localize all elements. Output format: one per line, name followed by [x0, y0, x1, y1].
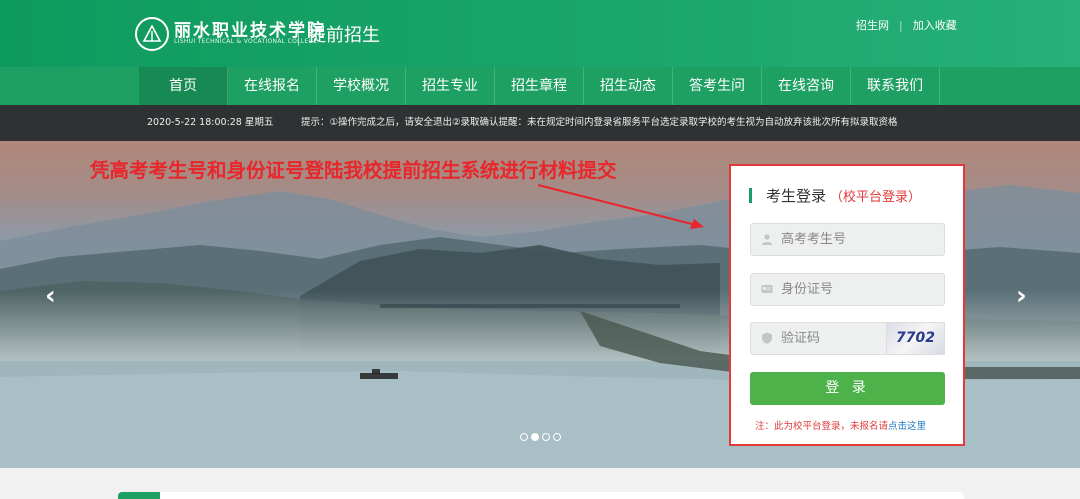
- login-title-text: 考生登录: [766, 187, 827, 205]
- slide-indicator: [520, 433, 561, 441]
- login-note-text: 注：此为校平台登录，未报名请: [755, 421, 889, 432]
- content-card: [118, 492, 964, 499]
- nav-online-consult[interactable]: 在线咨询: [762, 67, 851, 105]
- slide-dot-2[interactable]: [531, 433, 539, 441]
- id-card-icon: [761, 285, 773, 293]
- title-accent-bar: [749, 188, 752, 203]
- slide-dot-3[interactable]: [542, 433, 550, 441]
- slide-dot-4[interactable]: [553, 433, 561, 441]
- annotation-arrow: [0, 141, 460, 271]
- college-name-en: LISHUI TECHNICAL & VOCATIONAL COLLEGE: [174, 38, 318, 45]
- nav-contact[interactable]: 联系我们: [851, 67, 940, 105]
- nav-faq[interactable]: 答考生问: [673, 67, 762, 105]
- login-title: 考生登录 （校平台登录）: [749, 185, 921, 206]
- exam-number-placeholder: 高考考生号: [781, 232, 847, 247]
- notice-tip: 提示：①操作完成之后，请安全退出②录取确认提醒：未在规定时间内登录省服务平台选定…: [301, 117, 898, 128]
- shield-icon: [762, 332, 772, 344]
- nav-online-registration[interactable]: 在线报名: [228, 67, 317, 105]
- site-name: 提前招生: [308, 25, 380, 46]
- link-divider: |: [899, 19, 903, 32]
- nav-admission-news[interactable]: 招生动态: [584, 67, 673, 105]
- user-icon: [762, 234, 772, 245]
- login-note: 注：此为校平台登录，未报名请点击这里: [755, 418, 926, 432]
- admissions-site-link[interactable]: 招生网: [856, 19, 889, 32]
- nav-school-overview[interactable]: 学校概况: [317, 67, 406, 105]
- login-subtitle: （校平台登录）: [830, 190, 922, 205]
- content-card-tab: [118, 492, 160, 499]
- id-card-input[interactable]: 身份证号: [750, 273, 945, 306]
- chevron-right-icon[interactable]: ›: [1016, 281, 1027, 311]
- id-card-placeholder: 身份证号: [781, 282, 834, 297]
- nav-home[interactable]: 首页: [139, 67, 228, 105]
- slide-dot-1[interactable]: [520, 433, 528, 441]
- nav-admission-rules[interactable]: 招生章程: [495, 67, 584, 105]
- exam-number-input[interactable]: 高考考生号: [750, 223, 945, 256]
- logo-divider: [298, 20, 299, 46]
- login-button[interactable]: 登 录: [750, 372, 945, 405]
- logo-emblem-icon[interactable]: [135, 17, 169, 51]
- top-links: 招生网 | 加入收藏: [856, 17, 967, 33]
- current-datetime: 2020-5-22 18:00:28 星期五: [147, 117, 274, 128]
- add-favorite-link[interactable]: 加入收藏: [913, 19, 957, 32]
- site-header: 丽水职业技术学院 LISHUI TECHNICAL & VOCATIONAL C…: [0, 0, 1080, 67]
- captcha-placeholder: 验证码: [781, 331, 821, 346]
- captcha-image[interactable]: 7702: [886, 322, 945, 355]
- register-here-link[interactable]: 点击这里: [888, 421, 926, 432]
- nav-majors[interactable]: 招生专业: [406, 67, 495, 105]
- chevron-left-icon[interactable]: ‹: [45, 281, 56, 311]
- main-nav: 首页 在线报名 学校概况 招生专业 招生章程 招生动态 答考生问 在线咨询 联系…: [0, 67, 1080, 105]
- notice-bar: 2020-5-22 18:00:28 星期五 提示：①操作完成之后，请安全退出②…: [0, 105, 1080, 141]
- captcha-input[interactable]: 验证码: [750, 322, 887, 355]
- login-panel: 考生登录 （校平台登录） 高考考生号 身份证号 验证码 7702 登 录 注：此为…: [729, 164, 965, 446]
